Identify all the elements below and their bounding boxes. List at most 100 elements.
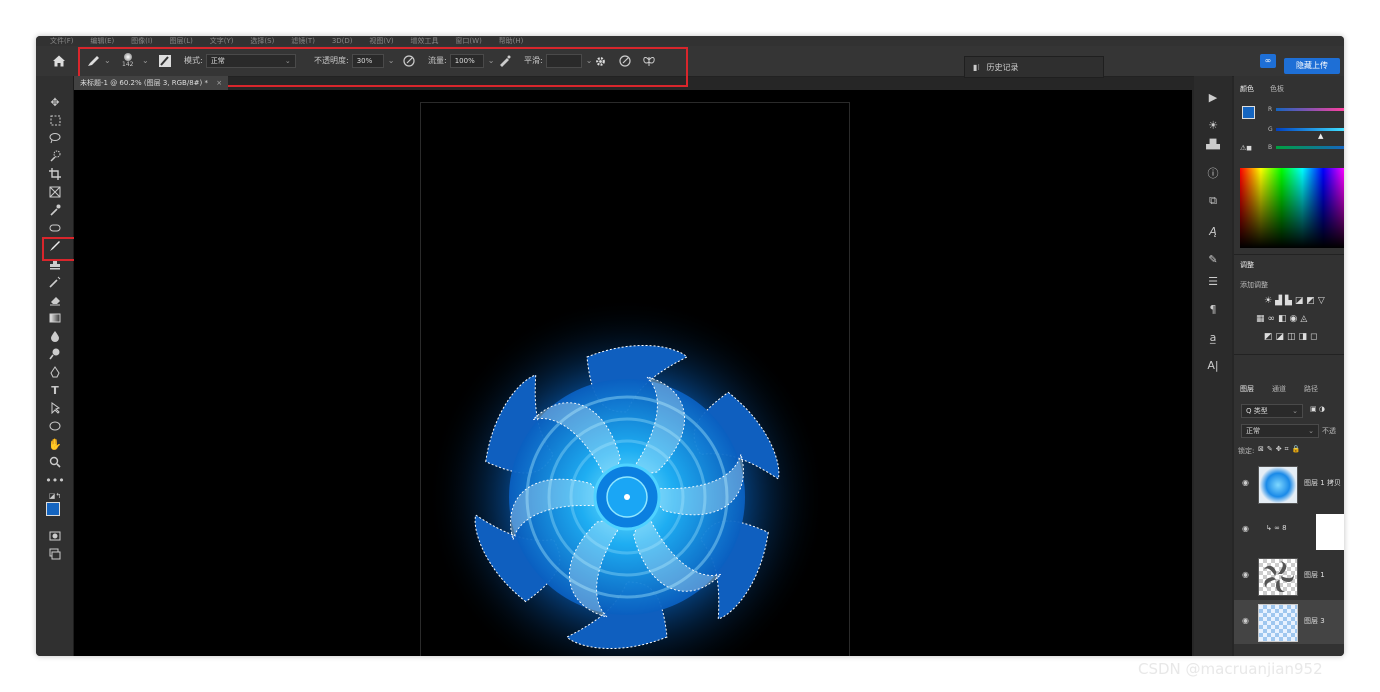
tab-adjustments[interactable]: 调整 (1240, 260, 1254, 270)
filter-icons[interactable]: ▣ ◑ (1310, 405, 1325, 413)
path-select-tool[interactable] (46, 400, 64, 416)
document-tab[interactable]: 未标题-1 @ 60.2% (图层 3, RGB/8#) * × (74, 76, 229, 90)
menu-item-filter[interactable]: 滤镜(T) (291, 36, 315, 46)
menu-bar: 文件(F) 编辑(E) 图像(I) 图层(L) 文字(Y) 选择(S) 滤镜(T… (36, 36, 1344, 46)
gradient-icon (49, 313, 61, 323)
frame-tool[interactable] (46, 184, 64, 200)
cloud-share-icon[interactable]: ∞ (1260, 54, 1276, 68)
document-canvas[interactable] (420, 102, 850, 656)
eraser-icon (50, 297, 60, 306)
healing-tool[interactable] (46, 220, 64, 236)
document-tab-label: 未标题-1 @ 60.2% (图层 3, RGB/8#) * (80, 79, 208, 87)
menu-item-layer[interactable]: 图层(L) (170, 36, 193, 46)
blur-tool[interactable] (46, 328, 64, 344)
dodge-tool[interactable] (46, 346, 64, 362)
menu-item-edit[interactable]: 编辑(E) (90, 36, 114, 46)
add-adjustment-label: 添加调整 (1240, 281, 1268, 289)
adjustment-icons-row-1[interactable]: ☀▟▙◪◩▽ (1264, 296, 1328, 306)
blue-slider[interactable] (1276, 146, 1344, 149)
history-icon: ▮⁝ (973, 63, 980, 72)
menu-item-plugins[interactable]: 增效工具 (411, 36, 439, 46)
clone-source-button[interactable]: ⧉ (1202, 192, 1224, 210)
adjustment-layer-icon: ↳ ∞ 8 (1266, 524, 1287, 532)
layer-thumbnail (1258, 466, 1298, 504)
menu-item-window[interactable]: 窗口(W) (455, 36, 481, 46)
hand-tool[interactable]: ✋ (46, 436, 64, 452)
menu-item-view[interactable]: 视图(V) (369, 36, 393, 46)
tab-color[interactable]: 颜色 (1240, 84, 1254, 94)
layer-row[interactable]: ◉ 图层 1 拷贝 (1234, 462, 1344, 506)
info-button[interactable]: ⓘ (1202, 164, 1224, 182)
foreground-color-swatch[interactable] (46, 502, 60, 516)
home-button[interactable] (52, 53, 66, 69)
menu-item-image[interactable]: 图像(I) (131, 36, 153, 46)
eye-icon[interactable]: ◉ (1242, 478, 1249, 487)
screen-mode-icon (49, 548, 61, 560)
character-button[interactable]: A| (1202, 356, 1224, 374)
tab-layers[interactable]: 图层 (1240, 384, 1254, 394)
ellipse-icon (49, 421, 61, 431)
red-slider[interactable] (1276, 108, 1344, 111)
tab-channels[interactable]: 通道 (1272, 384, 1286, 394)
lasso-tool[interactable] (46, 130, 64, 146)
layer-thumbnail (1258, 558, 1298, 596)
play-action-button[interactable]: ▶ (1202, 88, 1224, 106)
menu-item-type[interactable]: 文字(Y) (210, 36, 234, 46)
screen-mode-toggle[interactable] (46, 546, 64, 562)
slider-thumb-icon[interactable]: ▲ (1318, 132, 1323, 140)
canvas-area[interactable] (74, 90, 1192, 656)
layer-row[interactable]: ◉ 图层 1 (1234, 554, 1344, 598)
history-brush-tool[interactable] (46, 274, 64, 290)
eyedropper-tool[interactable] (46, 202, 64, 218)
swap-colors-icon: ◪↰ (48, 492, 62, 500)
quick-select-tool[interactable] (46, 148, 64, 164)
brush-settings-icon: ✎ (1208, 252, 1218, 266)
layer-row[interactable]: ◉ ↳ ∞ 8 (1234, 508, 1344, 552)
eraser-tool[interactable] (46, 292, 64, 308)
green-slider[interactable] (1276, 128, 1344, 131)
brush-settings-button[interactable]: ✎ (1202, 250, 1224, 268)
adjustment-icons-row-2[interactable]: ▦∞◧◉◬ (1256, 314, 1310, 324)
gamut-warning-icon: ⚠◼ (1240, 144, 1253, 152)
menu-item-help[interactable]: 帮助(H) (499, 36, 524, 46)
eye-icon[interactable]: ◉ (1242, 524, 1249, 533)
ellipse-tool[interactable] (46, 418, 64, 434)
character-styles-button[interactable]: a̲ (1202, 328, 1224, 346)
layer-row-selected[interactable]: ◉ 图层 3 (1234, 600, 1344, 644)
color-foreground-swatch[interactable] (1242, 106, 1255, 119)
lock-icons[interactable]: ⊠✎✥⌗🔒 (1258, 445, 1303, 454)
gradient-tool[interactable] (46, 310, 64, 326)
upload-button[interactable]: 隐藏上传 (1284, 58, 1340, 74)
eye-icon[interactable]: ◉ (1242, 570, 1249, 579)
quick-mask-toggle[interactable] (46, 528, 64, 544)
panel-icon-column: ▶ ☀ ▟▙ ⓘ ⧉ Ą ✎ ☰ ¶ a̲ A| (1194, 76, 1232, 656)
marquee-tool[interactable] (46, 112, 64, 128)
tab-paths[interactable]: 路径 (1304, 384, 1318, 394)
adjustment-icons-row-3[interactable]: ◩◪◫◨◻ (1264, 332, 1320, 342)
menu-item-3d[interactable]: 3D(D) (332, 36, 353, 46)
more-tools[interactable]: ••• (45, 472, 64, 488)
zoom-tool[interactable] (46, 454, 64, 470)
eye-icon[interactable]: ◉ (1242, 616, 1249, 625)
tab-swatches[interactable]: 色板 (1270, 84, 1284, 94)
type-tool[interactable]: T (46, 382, 64, 398)
brightness-button[interactable]: ☀ (1202, 116, 1224, 134)
histogram-button[interactable]: ▟▙ (1202, 136, 1224, 154)
right-panels: 颜色 色板 R G ▲ ⚠◼ B 调整 添加调整 ☀▟▙◪◩▽ ▦∞◧◉◬ ◩◪… (1234, 76, 1344, 656)
crop-tool[interactable] (46, 166, 64, 182)
history-panel-header[interactable]: ▮⁝ 历史记录 (964, 56, 1104, 78)
menu-item-file[interactable]: 文件(F) (50, 36, 74, 46)
layer-mask-thumbnail (1316, 514, 1344, 550)
document-tab-close[interactable]: × (216, 79, 222, 87)
layer-kind-filter[interactable]: Q 类型 ⌄ (1241, 404, 1303, 418)
color-spectrum[interactable] (1240, 168, 1344, 248)
layer-blend-mode-select[interactable]: 正常 ⌄ (1241, 424, 1319, 438)
type-icon: T (51, 383, 59, 397)
move-tool[interactable]: ✥ (46, 94, 64, 110)
quick-select-icon (50, 150, 61, 162)
menu-item-select[interactable]: 选择(S) (250, 36, 274, 46)
paragraph-button[interactable]: ¶ (1202, 300, 1224, 318)
pen-tool[interactable] (46, 364, 64, 380)
glyphs-button[interactable]: Ą (1202, 222, 1224, 240)
properties-button[interactable]: ☰ (1202, 272, 1224, 290)
